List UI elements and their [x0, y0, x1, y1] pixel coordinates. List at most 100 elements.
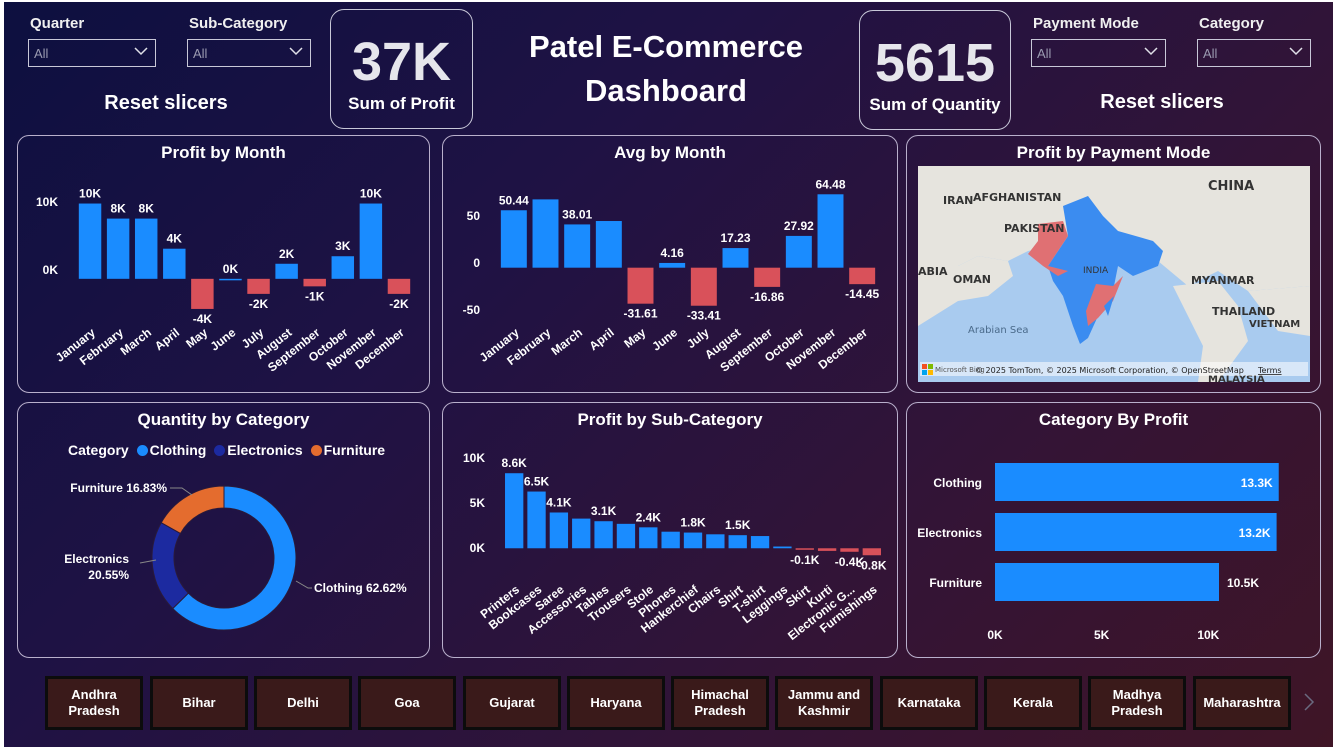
y-tick-label: 0K	[43, 263, 59, 277]
bar	[817, 548, 837, 551]
state-button[interactable]: Delhi	[254, 676, 352, 730]
data-label: 10K	[79, 187, 101, 201]
x-tick-label: June	[649, 325, 680, 353]
bar	[594, 521, 613, 549]
state-button[interactable]: Himachal Pradesh	[671, 676, 769, 730]
quarter-slicer-value: All	[34, 46, 49, 61]
donut-slice	[160, 485, 225, 535]
bar	[500, 210, 527, 268]
data-label: -1K	[305, 289, 325, 303]
data-label: 10K	[360, 187, 382, 201]
map-label: Arabian Sea	[968, 325, 1028, 336]
payment-mode-slicer-dropdown[interactable]: All	[1031, 39, 1166, 67]
data-label: -33.41	[687, 309, 721, 323]
sum-of-profit-caption: Sum of Profit	[348, 94, 455, 113]
bar	[527, 491, 546, 549]
state-button[interactable]: Karnataka	[880, 676, 978, 730]
data-label: -2K	[389, 297, 409, 311]
map-label: PAKISTAN	[1004, 222, 1064, 235]
category-slicer-dropdown[interactable]: All	[1197, 39, 1311, 67]
page-title: Patel E-Commerce Dashboard	[482, 25, 850, 113]
map-attribution: © 2025 TomTom, © 2025 Microsoft Corporat…	[975, 366, 1244, 375]
leader-line	[295, 580, 312, 589]
map-label: ABIA	[918, 265, 948, 278]
map-label: MYANMAR	[1191, 274, 1255, 287]
state-button[interactable]: Andhra Pradesh	[45, 676, 143, 730]
state-button[interactable]: Maharashtra	[1193, 676, 1291, 730]
state-button[interactable]: Haryana	[567, 676, 665, 730]
state-button[interactable]: Goa	[358, 676, 456, 730]
data-label: -0.8K	[857, 558, 887, 572]
x-tick-label: May	[621, 325, 648, 351]
state-button[interactable]: Jammu and Kashmir	[775, 676, 873, 730]
donut-label-electronics-pct: 20.55%	[88, 568, 129, 582]
profit-by-month-chart: 10K0K10KJanuary8KFebruary8KMarch4KApril-…	[36, 187, 411, 375]
map-terms-link[interactable]: Terms	[1257, 366, 1282, 375]
data-label: 4.16	[660, 246, 684, 260]
bar	[303, 278, 326, 287]
sum-of-quantity-caption: Sum of Quantity	[869, 95, 1001, 114]
bar	[995, 513, 1277, 551]
chevron-down-icon	[1289, 47, 1303, 56]
donut-slice	[151, 521, 190, 610]
x-tick-label: May	[183, 325, 210, 351]
y-tick-label: 0	[473, 256, 480, 270]
sum-of-profit-value: 37K	[351, 32, 452, 92]
bar	[683, 532, 703, 549]
data-label: 8K	[139, 202, 155, 216]
y-tick-label: 10K	[463, 451, 485, 465]
x-tick-label: March	[118, 325, 154, 358]
y-tick-label: 50	[467, 209, 481, 223]
bar	[163, 248, 186, 279]
data-label: 13.3K	[1241, 476, 1273, 490]
data-label: 1.5K	[725, 518, 751, 532]
chevron-down-icon	[134, 47, 148, 56]
sum-of-quantity-card: 5615 Sum of Quantity	[859, 10, 1011, 130]
bar	[785, 235, 812, 268]
bar	[690, 267, 717, 306]
sub-category-slicer-dropdown[interactable]: All	[187, 39, 311, 67]
y-tick-label: Clothing	[933, 476, 982, 490]
profit-by-payment-mode-title: Profit by Payment Mode	[1016, 143, 1211, 162]
chevron-down-icon	[1144, 47, 1158, 56]
payment-mode-slicer-label: Payment Mode	[1033, 15, 1139, 32]
x-tick-label: 5K	[1094, 628, 1110, 642]
y-tick-label: Furniture	[929, 576, 982, 590]
x-tick-label: 0K	[987, 628, 1003, 642]
category-by-profit-chart: Clothing 13.3K Electronics 13.2K Furniture 10…	[917, 463, 1279, 642]
bar	[706, 534, 725, 549]
profit-by-month-panel: Profit by Month 10K 0K 10K January 8K Februar…	[17, 135, 430, 393]
data-label: 2.4K	[636, 510, 662, 524]
quarter-slicer-dropdown[interactable]: All	[28, 39, 156, 67]
bar	[773, 546, 792, 549]
bar	[595, 221, 622, 268]
chevron-right-icon[interactable]	[1302, 692, 1316, 712]
y-tick-label: 10K	[36, 195, 58, 209]
profit-by-sub-category-chart: 10K5K0K8.6KPrinters6.5KBookcases4.1KSare…	[463, 451, 887, 643]
bar	[564, 224, 591, 268]
bar	[722, 248, 749, 268]
reset-slicers-button-left[interactable]: Reset slicers	[86, 92, 246, 115]
data-label: 4K	[167, 232, 183, 246]
state-button[interactable]: Bihar	[150, 676, 248, 730]
page-title-line2: Dashboard	[585, 73, 747, 108]
state-button[interactable]: Madhya Pradesh	[1088, 676, 1186, 730]
data-label: -14.45	[845, 287, 879, 301]
map-label: OMAN	[953, 273, 991, 286]
data-label: 3K	[335, 239, 351, 253]
avg-by-month-chart: 500-5050.44JanuaryFebruary38.01March Apri…	[463, 177, 880, 374]
bar	[627, 267, 654, 304]
bar	[78, 203, 102, 279]
data-label: 4.1K	[546, 495, 572, 509]
bar	[817, 194, 844, 268]
bar	[995, 563, 1219, 601]
leader-line	[170, 487, 193, 496]
state-button[interactable]: Gujarat	[463, 676, 561, 730]
state-button[interactable]: Kerala	[984, 676, 1082, 730]
payment-mode-map[interactable]: IRAN AFGHANISTAN PAKISTAN CHINA INDIA OM…	[918, 166, 1310, 382]
bar	[505, 473, 524, 549]
data-label: 8.6K	[501, 456, 527, 470]
bar	[728, 535, 747, 549]
reset-slicers-button-right[interactable]: Reset slicers	[1082, 91, 1242, 114]
data-label: 0K	[223, 262, 239, 276]
